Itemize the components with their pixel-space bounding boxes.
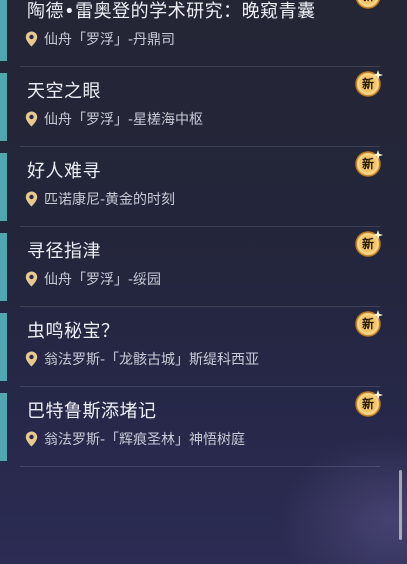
quest-location: 仙舟「罗浮」-丹鼎司 — [25, 29, 175, 49]
quest-location: 仙舟「罗浮」-星槎海中枢 — [25, 109, 203, 129]
quest-title: 虫鸣秘宝？ — [27, 321, 120, 342]
divider — [20, 466, 380, 467]
quest-title: 寻径指津 — [27, 241, 101, 262]
quest-location-text: 仙舟「罗浮」-绥园 — [44, 272, 162, 288]
quest-item-6[interactable]: 巴特鲁斯添堵记 翁法罗斯-「辉痕圣林」神悟树庭 新 — [0, 387, 407, 467]
location-pin-icon — [25, 351, 38, 367]
quest-title: 巴特鲁斯添堵记 — [27, 401, 157, 422]
location-pin-icon — [25, 31, 38, 47]
quest-location-text: 匹诺康尼-黄金的时刻 — [44, 192, 176, 208]
quest-location: 翁法罗斯-「辉痕圣林」神悟树庭 — [25, 429, 245, 449]
location-pin-icon — [25, 111, 38, 127]
new-badge: 新 — [351, 147, 385, 181]
quest-title: 陶德•雷奥登的学术研究：晚窥青囊 — [27, 1, 316, 22]
quest-location: 仙舟「罗浮」-绥园 — [25, 269, 161, 289]
new-badge: 新 — [351, 67, 385, 101]
location-pin-icon — [25, 431, 38, 447]
new-badge-label: 新 — [361, 397, 374, 411]
new-badge-label: 新 — [361, 317, 374, 331]
quest-item-5[interactable]: 虫鸣秘宝？ 翁法罗斯-「龙骸古城」斯缇科西亚 新 — [0, 307, 407, 387]
new-badge: 新 — [351, 227, 385, 261]
new-badge: 新 — [351, 0, 385, 13]
quest-location-text: 翁法罗斯-「辉痕圣林」神悟树庭 — [44, 432, 246, 448]
quest-item-4[interactable]: 寻径指津 仙舟「罗浮」-绥园 新 — [0, 227, 407, 307]
location-pin-icon — [25, 191, 38, 207]
quest-title: 好人难寻 — [27, 161, 101, 182]
new-badge-label: 新 — [361, 77, 374, 91]
location-pin-icon — [25, 271, 38, 287]
quest-list: 陶德•雷奥登的学术研究：晚窥青囊 仙舟「罗浮」-丹鼎司 新 天空之眼 仙舟「罗浮… — [0, 0, 407, 467]
quest-accent-bar — [0, 393, 7, 461]
new-badge-label: 新 — [351, 0, 385, 13]
quest-location-text: 仙舟「罗浮」-丹鼎司 — [44, 32, 176, 48]
new-badge: 新 — [351, 307, 385, 341]
quest-item-3[interactable]: 好人难寻 匹诺康尼-黄金的时刻 新 — [0, 147, 407, 227]
quest-location: 匹诺康尼-黄金的时刻 — [25, 189, 175, 209]
quest-accent-bar — [0, 233, 7, 301]
new-badge-label: 新 — [361, 157, 374, 171]
quest-accent-bar — [0, 73, 7, 141]
new-badge: 新 — [351, 387, 385, 421]
quest-item-1[interactable]: 陶德•雷奥登的学术研究：晚窥青囊 仙舟「罗浮」-丹鼎司 新 — [0, 0, 407, 67]
quest-accent-bar — [0, 0, 7, 61]
quest-accent-bar — [0, 313, 7, 381]
quest-item-2[interactable]: 天空之眼 仙舟「罗浮」-星槎海中枢 新 — [0, 67, 407, 147]
quest-location-text: 仙舟「罗浮」-星槎海中枢 — [44, 112, 204, 128]
new-badge-label: 新 — [361, 237, 374, 251]
quest-title: 天空之眼 — [27, 81, 101, 102]
quest-accent-bar — [0, 153, 7, 221]
scrollbar-thumb[interactable] — [399, 470, 402, 540]
quest-location-text: 翁法罗斯-「龙骸古城」斯缇科西亚 — [44, 352, 260, 368]
quest-location: 翁法罗斯-「龙骸古城」斯缇科西亚 — [25, 349, 259, 369]
